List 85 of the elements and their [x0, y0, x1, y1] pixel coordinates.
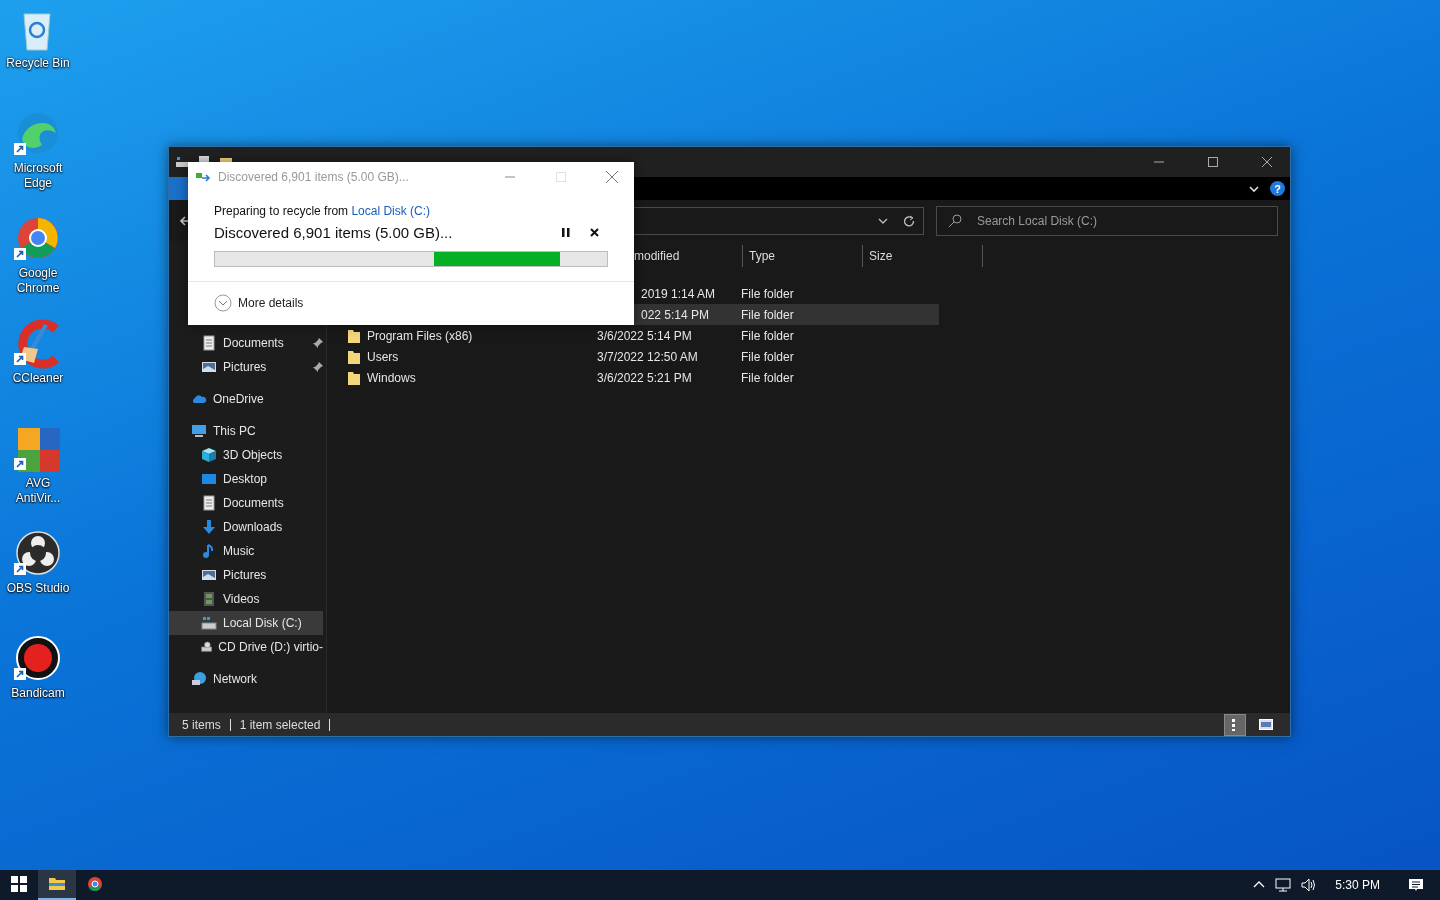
nav-item[interactable]: Network: [169, 667, 323, 691]
close-icon: [605, 170, 618, 183]
nav-item[interactable]: CD Drive (D:) virtio-: [169, 635, 323, 659]
column-header[interactable]: Type: [743, 245, 863, 267]
monitor-icon: [191, 423, 207, 439]
nav-item[interactable]: Music: [169, 539, 323, 563]
ring-icon: [87, 876, 103, 892]
clock[interactable]: 5:30 PM: [1335, 878, 1380, 892]
picture-icon: [201, 359, 217, 375]
network-icon[interactable]: [1275, 877, 1292, 893]
nav-item[interactable]: Pictures: [169, 563, 323, 587]
help-button[interactable]: ?: [1270, 181, 1285, 196]
desktop-icon: [201, 471, 217, 487]
date-cell-text: 3/6/2022 5:21 PM: [597, 370, 693, 385]
download-icon: [201, 519, 217, 535]
cube-icon: [201, 447, 217, 463]
folder-icon: [48, 877, 66, 891]
nav-item[interactable]: Pictures: [169, 355, 323, 379]
date-cell-text: 3/7/2022 12:50 AM: [597, 349, 699, 364]
file-name: Windows: [367, 370, 416, 385]
cancel-icon: [589, 227, 599, 237]
file-name: Program Files (x86): [367, 328, 473, 343]
file-row[interactable]: Users 3/7/2022 12:50 AM File folder: [327, 346, 939, 367]
document-icon: [201, 335, 217, 351]
nav-item[interactable]: Documents: [169, 331, 323, 355]
type-cell-text: File folder: [741, 328, 795, 343]
ribbon-tab[interactable]: [169, 177, 189, 200]
file-row[interactable]: Program Files (x86) 3/6/2022 5:14 PM File folder: [327, 325, 939, 346]
icon-label: CCleaner: [12, 371, 64, 386]
network-icon: [191, 671, 207, 687]
chevron-circle-icon: [214, 294, 232, 312]
search-field[interactable]: Search Local Disk (C:): [936, 205, 1278, 236]
picture-icon: [201, 567, 217, 583]
folder-icon: [347, 369, 361, 386]
drive-icon: [175, 155, 189, 169]
nav-item[interactable]: 3D Objects: [169, 443, 323, 467]
type-cell-text: File folder: [741, 370, 795, 385]
tiles-icon: [1259, 719, 1273, 730]
search-icon: [948, 213, 962, 228]
nav-item[interactable]: OneDrive: [169, 387, 323, 411]
icon-label: Bandicam: [11, 686, 65, 701]
item-count: 5 items: [182, 717, 221, 732]
transfer-icon: [196, 170, 212, 183]
close-icon: [1262, 157, 1272, 167]
icon-label: Recycle Bin: [6, 56, 70, 71]
icon-label: AVG AntiVir...: [14, 476, 62, 506]
document-icon: [201, 495, 217, 511]
maximize-icon: [1208, 157, 1218, 167]
progress-headline: Discovered 6,901 items (5.00 GB)...: [214, 223, 454, 241]
source-link[interactable]: Local Disk (C:): [351, 204, 431, 218]
nav-item[interactable]: Local Disk (C:): [169, 611, 323, 635]
nav-item[interactable]: This PC: [169, 419, 323, 443]
date-cell-text: 2019 1:14 AM: [640, 286, 717, 301]
file-row[interactable]: Windows 3/6/2022 5:21 PM File folder: [327, 367, 939, 388]
folder-icon: [347, 348, 361, 365]
folder-icon: [347, 327, 361, 344]
maximize-icon: [555, 171, 566, 182]
more-details-button[interactable]: More details: [214, 294, 304, 312]
nav-item[interactable]: Documents: [169, 491, 323, 515]
details-view-button[interactable]: [1224, 713, 1246, 736]
pause-icon: [562, 227, 570, 237]
selection-count: 1 item selected: [239, 717, 321, 732]
volume-icon[interactable]: [1301, 877, 1318, 893]
disc-drive-icon: [201, 639, 213, 655]
nav-item[interactable]: Videos: [169, 587, 323, 611]
dialog-title: Discovered 6,901 items (5.00 GB)...: [218, 169, 410, 184]
icon-label: OBS Studio: [6, 581, 70, 596]
notification-icon[interactable]: [1408, 877, 1424, 893]
file-name: Users: [367, 349, 399, 364]
type-cell-text: File folder: [741, 286, 795, 301]
drive-icon: [201, 615, 217, 631]
source-text: Preparing to recycle from Local Disk (C:): [214, 204, 432, 218]
refresh-icon[interactable]: [903, 214, 915, 227]
type-cell-text: File folder: [741, 307, 795, 322]
icon-label: Google Chrome: [15, 266, 61, 296]
film-icon: [201, 591, 217, 607]
nav-item[interactable]: Downloads: [169, 515, 323, 539]
type-cell-text: File folder: [741, 349, 795, 364]
windows-logo-icon: [11, 876, 27, 892]
icon-label: Microsoft Edge: [12, 161, 64, 191]
taskbar-app-button[interactable]: [38, 870, 76, 900]
date-cell-text: 022 5:14 PM: [640, 307, 711, 322]
date-cell-text: 3/6/2022 5:14 PM: [597, 328, 693, 343]
column-header[interactable]: Size: [863, 245, 983, 267]
nav-item[interactable]: Desktop: [169, 467, 323, 491]
